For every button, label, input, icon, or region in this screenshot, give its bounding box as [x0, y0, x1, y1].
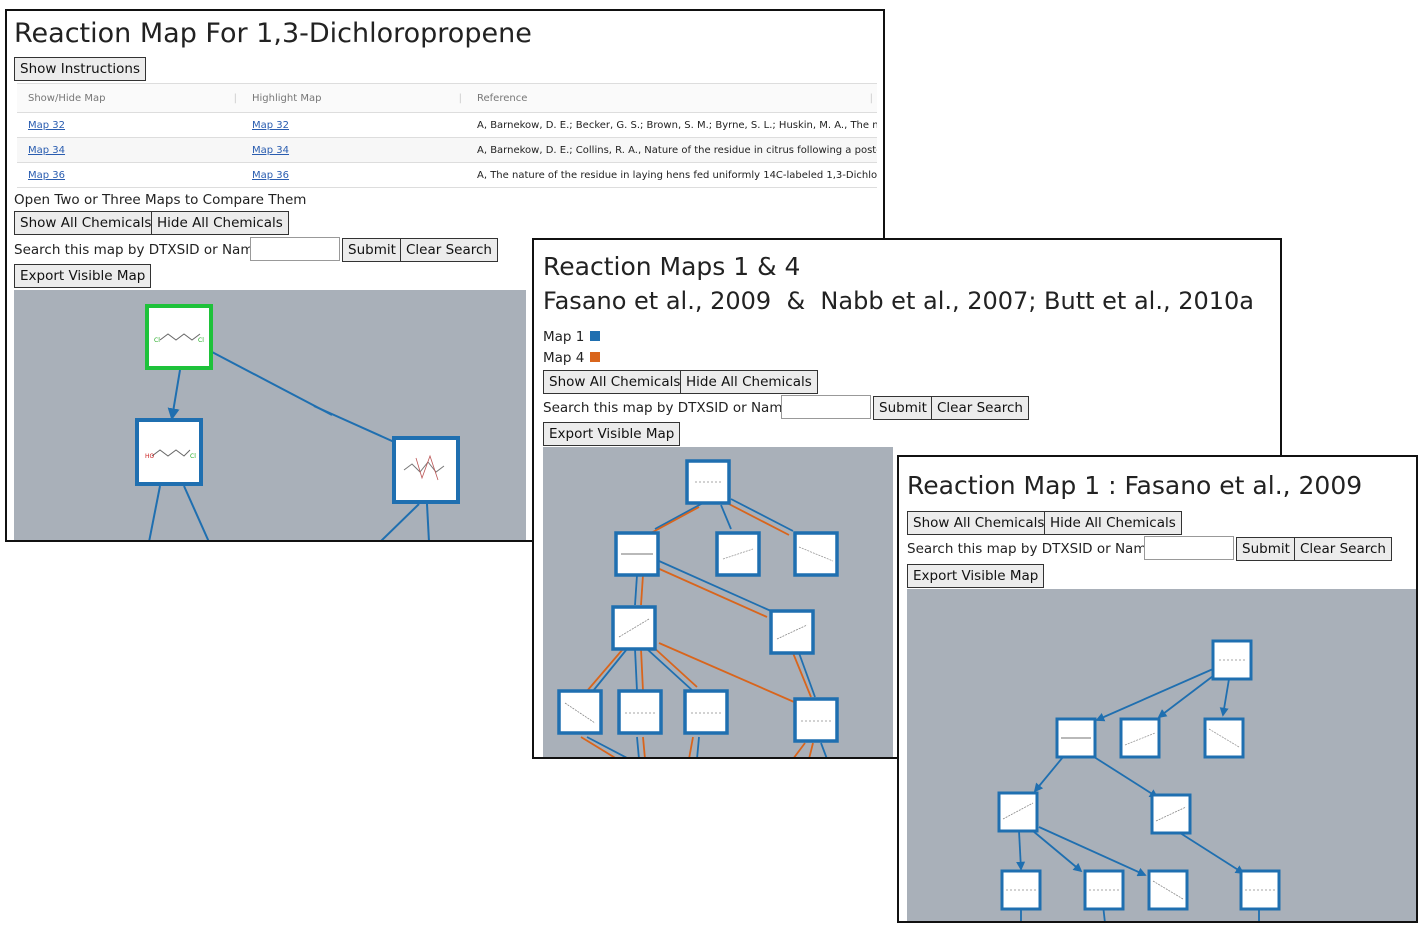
chemical-node[interactable] [997, 791, 1039, 833]
reference-table: Show/Hide Map | Highlight Map | Reference |… [17, 83, 877, 188]
chemical-node[interactable] [392, 436, 460, 504]
legend-swatch-map-1 [590, 331, 601, 341]
chemical-node[interactable] [715, 531, 761, 577]
export-visible-map-button[interactable]: Export Visible Map [907, 564, 1045, 588]
chemical-node[interactable] [1055, 717, 1097, 759]
table-row: Map 34 Map 34 A, Barnekow, D. E.; Collin… [17, 137, 877, 163]
atom-label: HO [145, 453, 155, 460]
compare-instruction-text: Open Two or Three Maps to Compare Them [14, 192, 307, 208]
search-label: Search this map by DTXSID or Name: [543, 400, 796, 416]
chemical-node[interactable] [1203, 717, 1245, 759]
chemical-node[interactable]: Cl Cl [145, 304, 213, 370]
search-label: Search this map by DTXSID or Name: [14, 242, 267, 258]
hide-all-chemicals-button[interactable]: Hide All Chemicals [1044, 511, 1182, 535]
single-map-title: Reaction Map 1 : Fasano et al., 2009 [907, 471, 1363, 500]
chemical-node[interactable] [614, 531, 660, 577]
atom-label: Cl [190, 453, 196, 460]
search-input[interactable] [1144, 536, 1234, 560]
chemical-node[interactable] [769, 609, 815, 655]
chemical-node[interactable] [557, 689, 603, 735]
reference-cell: A, The nature of the residue in laying h… [466, 162, 877, 188]
search-label: Search this map by DTXSID or Name: [907, 541, 1160, 557]
reference-cell: A, Barnekow, D. E.; Collins, R. A., Natu… [466, 137, 877, 163]
show-hide-map-link[interactable]: Map 34 [28, 145, 65, 156]
table-row: Map 36 Map 36 A, The nature of the resid… [17, 162, 877, 188]
reaction-map-panel-3: Reaction Map 1 : Fasano et al., 2009 Sho… [897, 455, 1418, 923]
legend-item-map-1: Map 1 [543, 329, 601, 345]
search-input[interactable] [250, 237, 340, 261]
column-header-reference: Reference | [466, 83, 877, 113]
page-title: Reaction Map For 1,3-Dichloropropene [14, 18, 532, 49]
atom-label: Cl [198, 337, 204, 344]
column-header-show-hide: Show/Hide Map | [17, 83, 241, 113]
submit-button[interactable]: Submit [1236, 537, 1296, 561]
reaction-map-canvas[interactable] [543, 447, 893, 757]
comparison-subtitle: Fasano et al., 2009 & Nabb et al., 2007;… [543, 287, 1255, 315]
chemical-node[interactable] [793, 697, 839, 743]
comparison-title: Reaction Maps 1 & 4 [543, 252, 801, 281]
chemical-node[interactable] [1211, 639, 1253, 681]
chemical-node[interactable] [1000, 869, 1042, 911]
legend-swatch-map-4 [590, 352, 601, 362]
show-hide-map-link[interactable]: Map 36 [28, 170, 65, 181]
show-all-chemicals-button[interactable]: Show All Chemicals [907, 511, 1051, 535]
show-all-chemicals-button[interactable]: Show All Chemicals [14, 211, 158, 235]
reference-cell: A, Barnekow, D. E.; Becker, G. S.; Brown… [466, 112, 877, 138]
reaction-map-canvas[interactable] [907, 589, 1416, 921]
chemical-node[interactable] [683, 689, 729, 735]
chemical-node[interactable]: HO Cl [135, 418, 203, 486]
table-row: Map 32 Map 32 A, Barnekow, D. E.; Becker… [17, 112, 877, 138]
clear-search-button[interactable]: Clear Search [931, 396, 1029, 420]
table-header-row: Show/Hide Map | Highlight Map | Reference | [17, 83, 877, 113]
export-visible-map-button[interactable]: Export Visible Map [14, 264, 152, 288]
chemical-node[interactable] [617, 689, 663, 735]
chemical-node[interactable] [1083, 869, 1125, 911]
show-hide-map-link[interactable]: Map 32 [28, 120, 65, 131]
highlight-map-link[interactable]: Map 36 [252, 170, 289, 181]
submit-button[interactable]: Submit [873, 396, 933, 420]
chemical-node[interactable] [611, 605, 657, 651]
chemical-node[interactable] [1239, 869, 1281, 911]
hide-all-chemicals-button[interactable]: Hide All Chemicals [151, 211, 289, 235]
atom-label: Cl [154, 337, 160, 344]
highlight-map-link[interactable]: Map 34 [252, 145, 289, 156]
chemical-node[interactable] [685, 459, 731, 505]
chemical-node[interactable] [793, 531, 839, 577]
map-edges [1016, 668, 1260, 921]
search-input[interactable] [781, 395, 871, 419]
show-instructions-button[interactable]: Show Instructions [14, 57, 147, 81]
reaction-map-canvas[interactable]: Cl Cl HO Cl [14, 290, 526, 540]
hide-all-chemicals-button[interactable]: Hide All Chemicals [680, 370, 818, 394]
chemical-node[interactable] [1150, 793, 1192, 835]
clear-search-button[interactable]: Clear Search [1294, 537, 1392, 561]
chemical-node[interactable] [1119, 717, 1161, 759]
column-header-highlight: Highlight Map | [241, 83, 466, 113]
chemical-node[interactable] [1147, 869, 1189, 911]
show-all-chemicals-button[interactable]: Show All Chemicals [543, 370, 687, 394]
export-visible-map-button[interactable]: Export Visible Map [543, 422, 681, 446]
highlight-map-link[interactable]: Map 32 [252, 120, 289, 131]
clear-search-button[interactable]: Clear Search [400, 238, 498, 262]
legend-item-map-4: Map 4 [543, 350, 601, 366]
submit-button[interactable]: Submit [342, 238, 402, 262]
